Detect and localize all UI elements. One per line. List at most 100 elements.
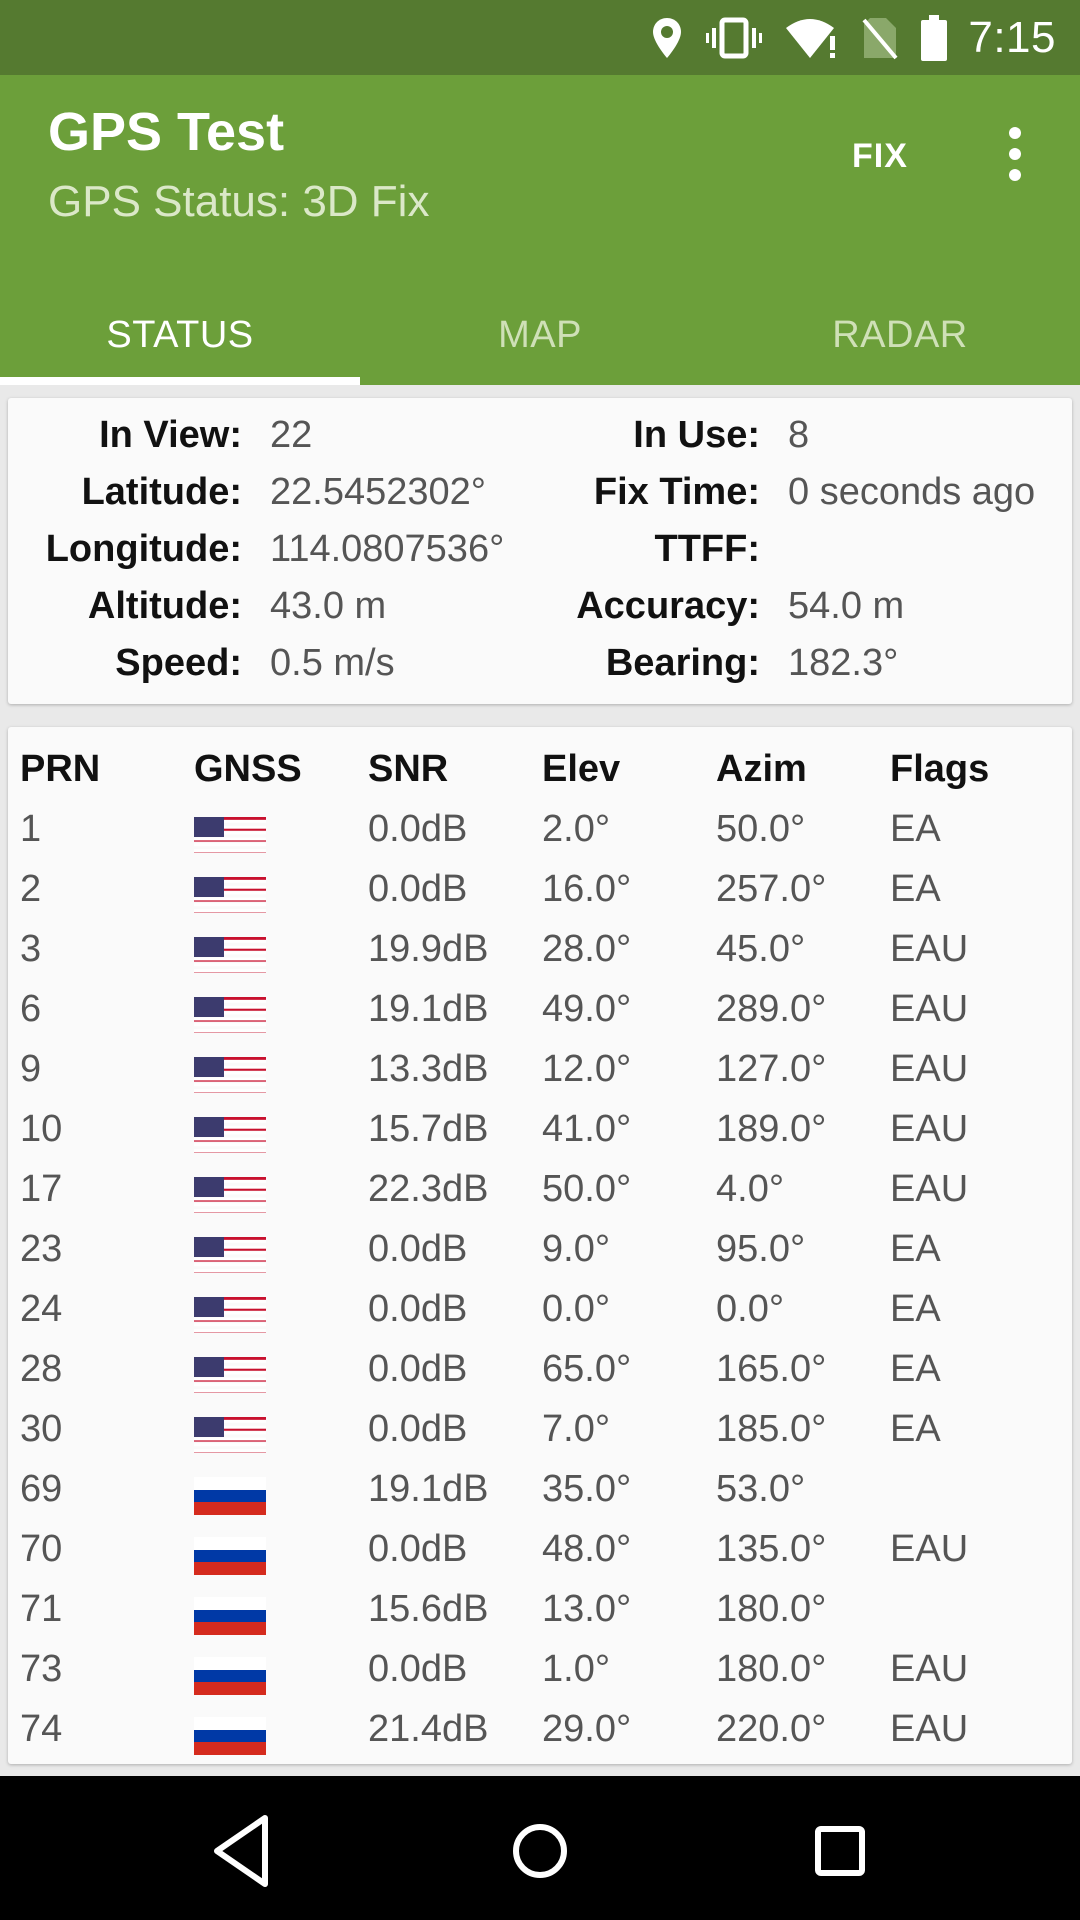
us-flag-icon — [194, 1357, 266, 1426]
altitude-label: Altitude: — [87, 585, 242, 627]
gps-info-card: In View: 22 In Use: 8 Latitude: 22.54523… — [8, 398, 1072, 704]
snr-cell: 0.0dB — [368, 1648, 468, 1690]
flags-cell: EAU — [890, 928, 969, 970]
russia-flag-icon — [194, 1717, 266, 1755]
flags-cell: EA — [890, 808, 941, 850]
tab-map[interactable]: MAP — [360, 285, 720, 385]
azim-cell: 0.0° — [716, 1288, 785, 1330]
elev-cell: 49.0° — [542, 988, 632, 1030]
tab-bar: STATUS MAP RADAR — [0, 285, 1080, 385]
table-row: 71 15.6dB 13.0° 180.0° — [8, 1579, 1072, 1639]
fix-button[interactable]: FIX — [852, 137, 908, 176]
tab-status[interactable]: STATUS — [0, 285, 360, 385]
prn-cell: 17 — [20, 1168, 63, 1210]
table-row: 24 0.0dB 0.0° 0.0° EA — [8, 1279, 1072, 1366]
table-header: PRN GNSS SNR Elev Azim Flags — [8, 739, 1072, 799]
elev-cell: 50.0° — [542, 1168, 632, 1210]
snr-cell: 21.4dB — [368, 1708, 489, 1750]
flags-cell: EAU — [890, 1648, 969, 1690]
in-use-label: In Use: — [633, 414, 760, 456]
prn-cell: 69 — [20, 1468, 63, 1510]
bearing-label: Bearing: — [605, 642, 760, 684]
header-prn: PRN — [20, 748, 101, 790]
in-view-value: 22 — [270, 414, 313, 456]
home-icon[interactable] — [495, 1806, 585, 1896]
back-icon[interactable] — [195, 1806, 285, 1896]
prn-cell: 71 — [20, 1588, 63, 1630]
flags-cell: EA — [890, 1348, 941, 1390]
latitude-value: 22.5452302° — [270, 471, 486, 513]
prn-cell: 74 — [20, 1708, 63, 1750]
recents-icon[interactable] — [795, 1806, 885, 1896]
snr-cell: 0.0dB — [368, 1408, 468, 1450]
flags-cell: EA — [890, 1228, 941, 1270]
snr-cell: 0.0dB — [368, 1288, 468, 1330]
in-view-label: In View: — [99, 414, 242, 456]
bearing-value: 182.3° — [788, 642, 899, 684]
table-row: 2 0.0dB 16.0° 257.0° EA — [8, 859, 1072, 946]
table-row: 17 22.3dB 50.0° 4.0° EAU — [8, 1159, 1072, 1246]
snr-cell: 19.1dB — [368, 988, 489, 1030]
elev-cell: 41.0° — [542, 1108, 632, 1150]
prn-cell: 23 — [20, 1228, 63, 1270]
longitude-label: Longitude: — [45, 528, 242, 570]
table-row: 73 0.0dB 1.0° 180.0° EAU — [8, 1639, 1072, 1699]
snr-cell: 0.0dB — [368, 1528, 468, 1570]
elev-cell: 1.0° — [542, 1648, 611, 1690]
elev-cell: 16.0° — [542, 868, 632, 910]
prn-cell: 73 — [20, 1648, 63, 1690]
flags-cell: EAU — [890, 1708, 969, 1750]
prn-cell: 3 — [20, 928, 42, 970]
fix-time-value: 0 seconds ago — [788, 471, 1036, 513]
speed-label: Speed: — [115, 642, 242, 684]
snr-cell: 22.3dB — [368, 1168, 489, 1210]
elev-cell: 65.0° — [542, 1348, 632, 1390]
app-title: GPS Test — [48, 102, 285, 162]
satellite-table: PRN GNSS SNR Elev Azim Flags 1 0.0dB 2.0° 5… — [8, 727, 1072, 1764]
snr-cell: 0.0dB — [368, 868, 468, 910]
gps-status-subtitle: GPS Status: 3D Fix — [48, 177, 430, 226]
app-bar: GPS Test GPS Status: 3D Fix FIX STATUS M… — [0, 75, 1080, 385]
header-elev: Elev — [542, 748, 621, 790]
us-flag-icon — [194, 1057, 266, 1126]
table-row: 9 13.3dB 12.0° 127.0° EAU — [8, 1039, 1072, 1126]
table-row: 3 19.9dB 28.0° 45.0° EAU — [8, 919, 1072, 1006]
azim-cell: 127.0° — [716, 1048, 827, 1090]
table-row: 28 0.0dB 65.0° 165.0° EA — [8, 1339, 1072, 1426]
prn-cell: 6 — [20, 988, 42, 1030]
snr-cell: 19.9dB — [368, 928, 489, 970]
russia-flag-icon — [194, 1597, 266, 1635]
prn-cell: 70 — [20, 1528, 63, 1570]
elev-cell: 35.0° — [542, 1468, 632, 1510]
russia-flag-icon — [194, 1477, 266, 1515]
russia-flag-icon — [194, 1537, 266, 1575]
more-vert-icon[interactable] — [995, 127, 1035, 187]
flags-cell: EA — [890, 868, 941, 910]
accuracy-value: 54.0 m — [788, 585, 905, 627]
battery-icon — [920, 14, 948, 61]
ttff-label: TTFF: — [654, 528, 760, 570]
tab-radar[interactable]: RADAR — [720, 285, 1080, 385]
flags-cell: EA — [890, 1408, 941, 1450]
table-row: 30 0.0dB 7.0° 185.0° EA — [8, 1399, 1072, 1486]
table-row: 69 19.1dB 35.0° 53.0° — [8, 1459, 1072, 1519]
info-row: In View: 22 In Use: 8 — [8, 414, 1072, 471]
snr-cell: 0.0dB — [368, 1348, 468, 1390]
header-snr: SNR — [368, 748, 449, 790]
table-row: 70 0.0dB 48.0° 135.0° EAU — [8, 1519, 1072, 1579]
azim-cell: 95.0° — [716, 1228, 806, 1270]
vibrate-icon — [706, 16, 763, 60]
snr-cell: 0.0dB — [368, 1228, 468, 1270]
prn-cell: 2 — [20, 868, 42, 910]
azim-cell: 165.0° — [716, 1348, 827, 1390]
us-flag-icon — [194, 817, 266, 886]
azim-cell: 180.0° — [716, 1648, 827, 1690]
prn-cell: 28 — [20, 1348, 63, 1390]
flags-cell: EAU — [890, 1048, 969, 1090]
table-row: 10 15.7dB 41.0° 189.0° EAU — [8, 1099, 1072, 1186]
azim-cell: 185.0° — [716, 1408, 827, 1450]
no-sim-icon — [862, 16, 898, 60]
us-flag-icon — [194, 937, 266, 1006]
snr-cell: 15.7dB — [368, 1108, 489, 1150]
fix-time-label: Fix Time: — [593, 471, 760, 513]
